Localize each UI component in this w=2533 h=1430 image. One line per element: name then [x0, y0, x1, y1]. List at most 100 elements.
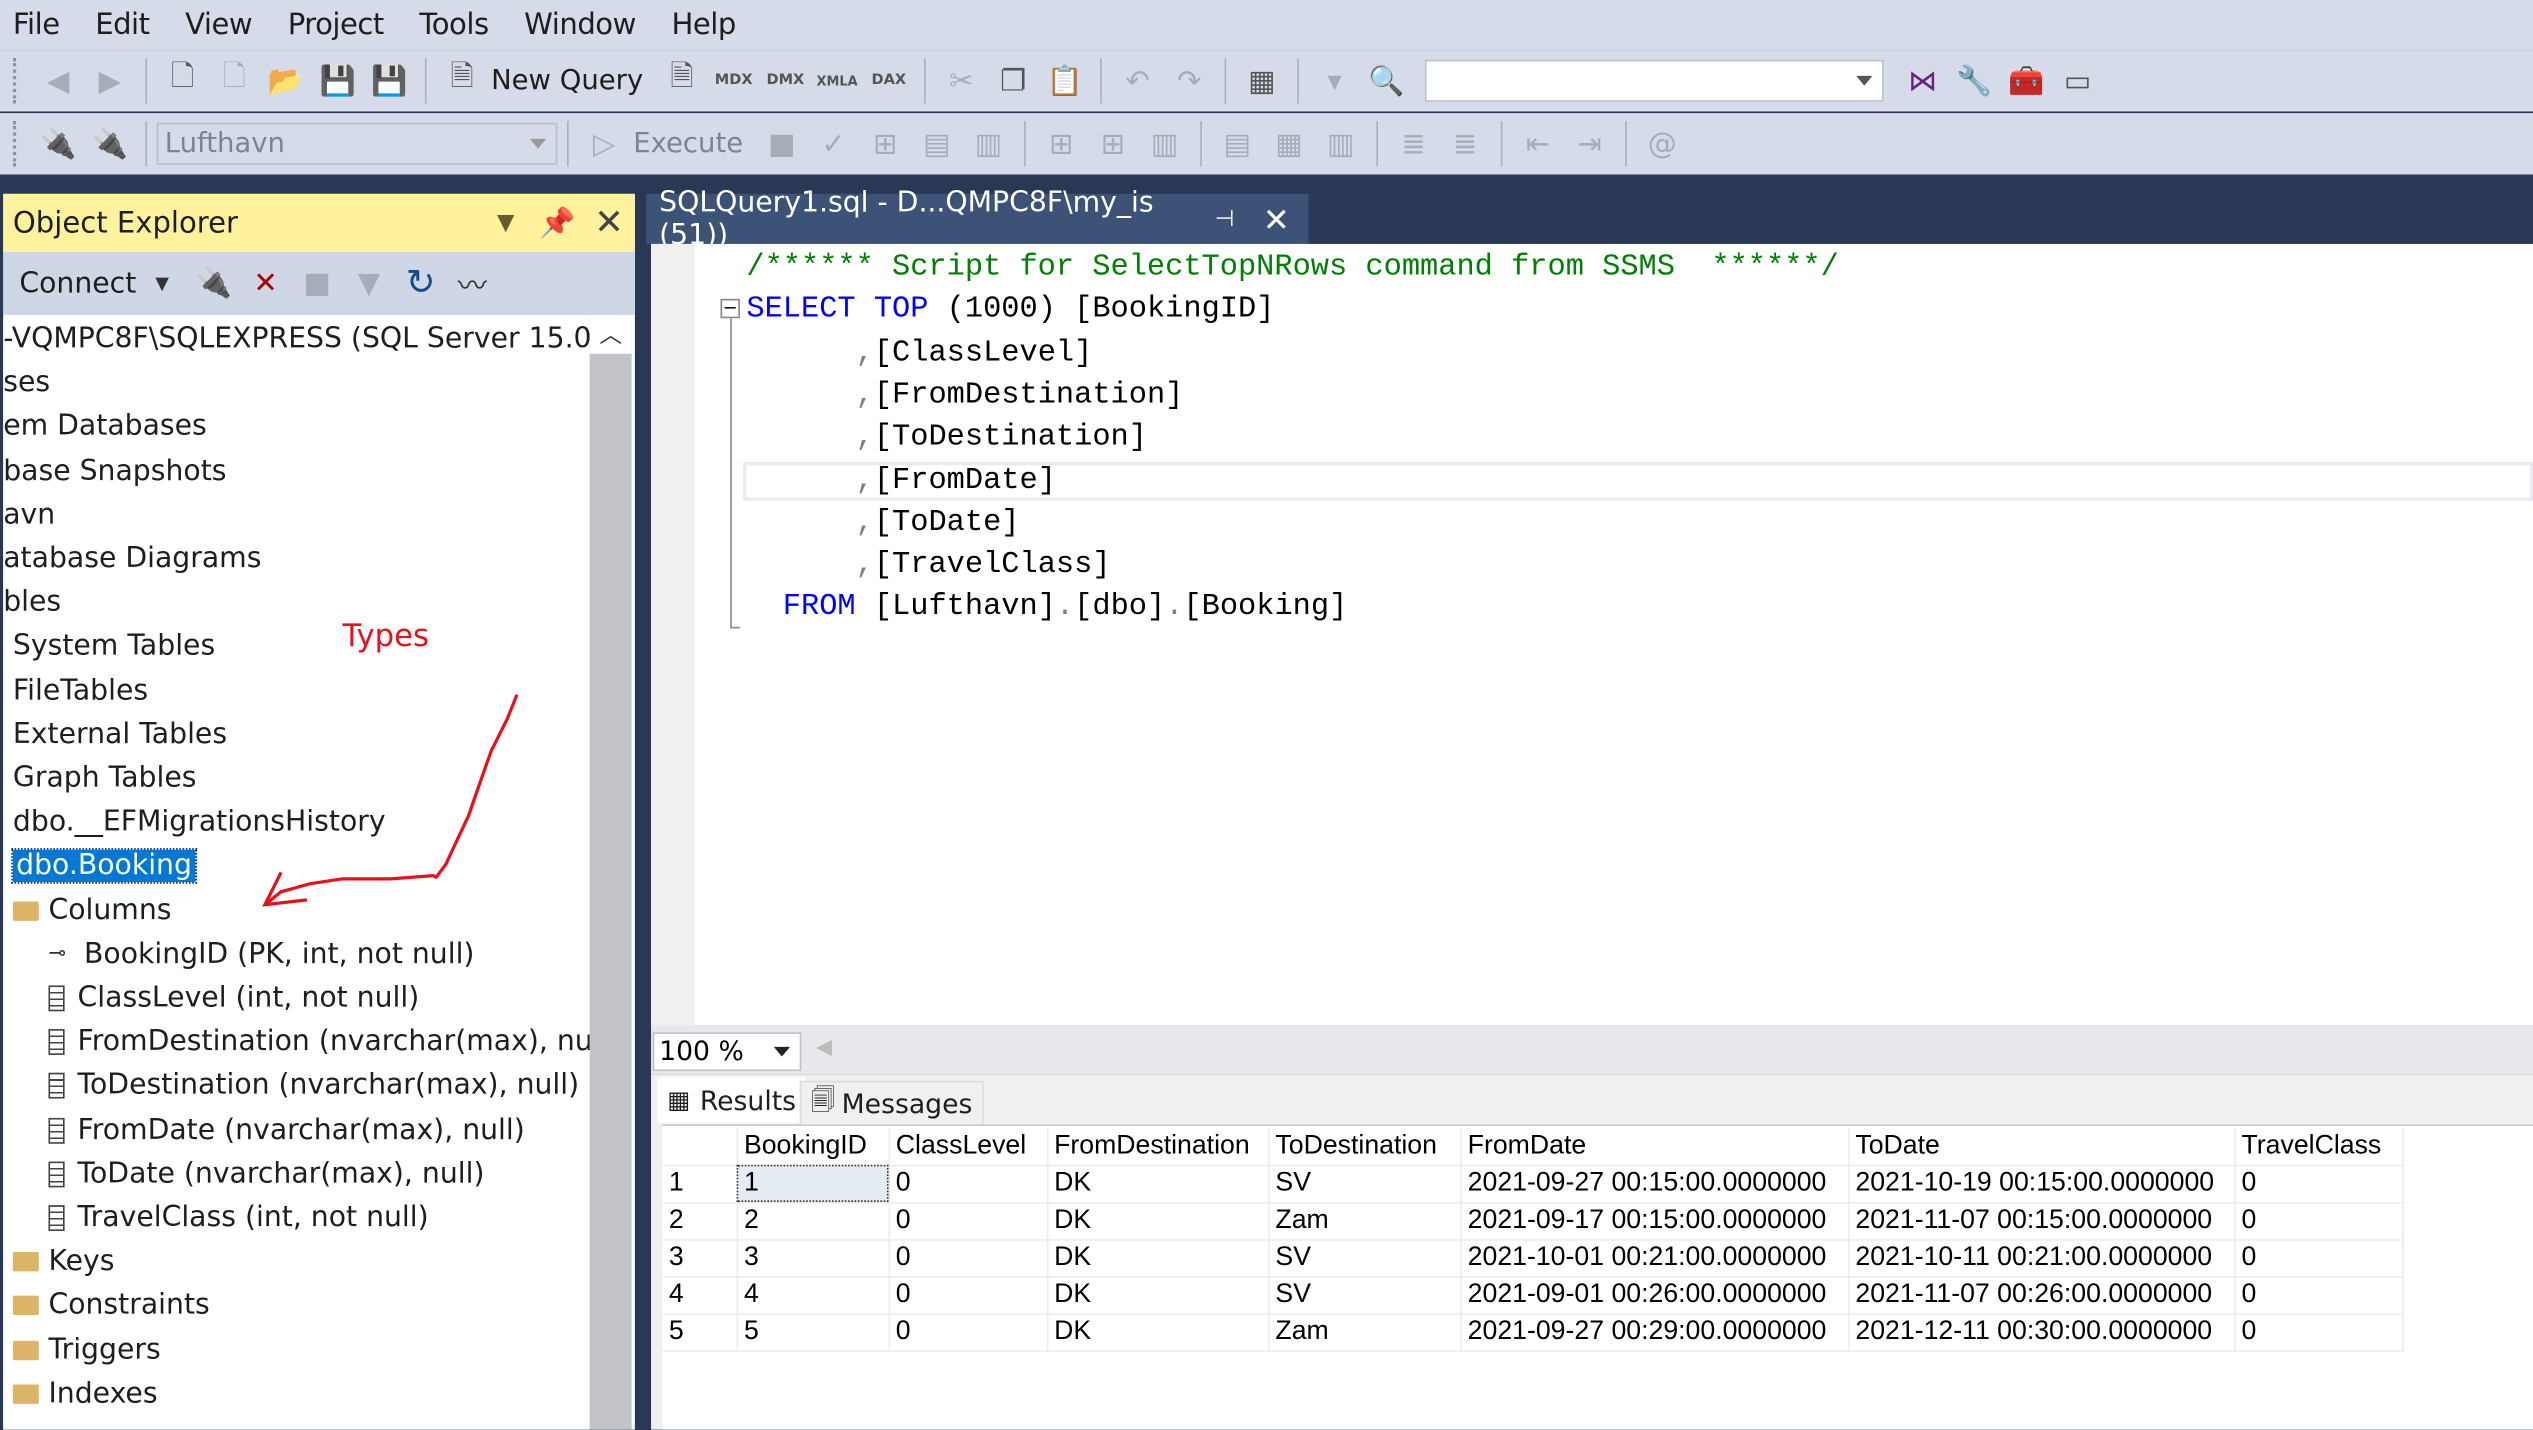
menu-window[interactable]: Window — [511, 8, 658, 42]
specify-values-icon[interactable]: @ — [1640, 121, 1685, 166]
execute-icon[interactable]: ▷ — [582, 121, 627, 166]
results-grid[interactable]: BookingID ClassLevel FromDestination ToDest… — [662, 1124, 2533, 1430]
live-stats-icon[interactable]: ⊞ — [1090, 121, 1135, 166]
command-window-icon[interactable]: ▭ — [2055, 58, 2100, 103]
table-cell[interactable]: 2021-09-27 00:29:00.0000000 — [1460, 1313, 1849, 1352]
save-icon[interactable]: 💾 — [315, 58, 360, 103]
table-cell[interactable]: 1 — [736, 1164, 890, 1203]
pin-icon[interactable]: ⊣ — [1202, 196, 1247, 241]
find-in-files-icon[interactable]: 🔍 — [1364, 58, 1409, 103]
column-header[interactable]: ToDate — [1848, 1127, 2236, 1166]
client-stats-icon[interactable]: ▥ — [1142, 121, 1187, 166]
table-cell[interactable]: 0 — [2234, 1313, 2404, 1352]
table-cell[interactable]: 3 — [736, 1239, 890, 1278]
table-cell[interactable]: 0 — [2234, 1239, 2404, 1278]
collapse-icon[interactable]: − — [720, 299, 740, 319]
table-cell[interactable]: 2021-09-17 00:15:00.0000000 — [1460, 1201, 1849, 1240]
menu-view[interactable]: View — [172, 8, 275, 42]
database-select[interactable]: Lufthavn — [156, 122, 558, 165]
table-cell[interactable]: 2021-09-01 00:26:00.0000000 — [1460, 1276, 1849, 1315]
new-project-icon[interactable]: 🗋 — [160, 58, 205, 103]
table-cell[interactable]: Zam — [1268, 1201, 1462, 1240]
search-combo[interactable] — [1425, 59, 1884, 102]
chevron-down-icon[interactable] — [1856, 75, 1873, 86]
table-cell[interactable]: 0 — [2234, 1164, 2404, 1203]
table-cell[interactable]: 0 — [2234, 1201, 2404, 1240]
menu-tools[interactable]: Tools — [406, 8, 511, 42]
uncomment-icon[interactable]: ≣ — [1443, 121, 1488, 166]
change-connection-icon[interactable]: 🔌 — [87, 121, 132, 166]
back-icon[interactable]: ◀ — [36, 58, 81, 103]
results-to-file-icon[interactable]: ▥ — [1318, 121, 1363, 166]
column-header[interactable]: ClassLevel — [888, 1127, 1048, 1166]
connect-icon[interactable]: 🔌 — [36, 121, 81, 166]
table-cell[interactable]: 2021-12-11 00:30:00.0000000 — [1848, 1313, 2236, 1352]
column-header[interactable]: FromDestination — [1046, 1127, 1269, 1166]
column-header[interactable] — [662, 1127, 738, 1166]
table-cell[interactable]: DK — [1046, 1239, 1269, 1278]
table-cell[interactable]: Zam — [1268, 1313, 1462, 1352]
toolbar-grip[interactable] — [12, 58, 19, 104]
close-tab-icon[interactable]: ✕ — [1254, 196, 1299, 241]
table-cell[interactable]: SV — [1268, 1164, 1462, 1203]
results-to-text-icon[interactable]: ▤ — [1215, 121, 1260, 166]
cut-icon[interactable]: ✂ — [939, 58, 984, 103]
table-cell[interactable]: 0 — [888, 1201, 1048, 1240]
increase-indent-icon[interactable]: ⇥ — [1567, 121, 1612, 166]
table-cell[interactable]: SV — [1268, 1239, 1462, 1278]
sql-editor[interactable]: − /****** Script for SelectTopNRows comm… — [651, 243, 2533, 1026]
table-cell[interactable]: 2021-11-07 00:26:00.0000000 — [1848, 1276, 2236, 1315]
table-cell[interactable]: 0 — [2234, 1276, 2404, 1315]
dropdown-icon[interactable]: ▾ — [1312, 58, 1357, 103]
forward-icon[interactable]: ▶ — [87, 58, 132, 103]
toolbar-grip[interactable] — [12, 121, 19, 167]
execute-button[interactable]: Execute — [633, 128, 743, 160]
wrench-icon[interactable]: 🔧 — [1952, 58, 1997, 103]
stop-icon[interactable]: ■ — [759, 121, 804, 166]
save-all-icon[interactable]: 💾 — [367, 58, 412, 103]
results-to-grid-icon[interactable]: ▦ — [1267, 121, 1312, 166]
column-header[interactable]: BookingID — [736, 1127, 890, 1166]
column-header[interactable]: TravelClass — [2234, 1127, 2404, 1166]
row-number[interactable]: 4 — [662, 1276, 738, 1315]
table-cell[interactable]: 0 — [888, 1276, 1048, 1315]
row-number[interactable]: 1 — [662, 1164, 738, 1203]
menu-edit[interactable]: Edit — [82, 8, 172, 42]
table-cell[interactable]: 0 — [888, 1239, 1048, 1278]
table-cell[interactable]: DK — [1046, 1276, 1269, 1315]
table-cell[interactable]: 2 — [736, 1201, 890, 1240]
new-query-button[interactable]: New Query — [491, 65, 643, 97]
table-cell[interactable]: 5 — [736, 1313, 890, 1352]
intellisense-icon[interactable]: ▥ — [966, 121, 1011, 166]
table-cell[interactable]: SV — [1268, 1276, 1462, 1315]
toolbox-icon[interactable]: 🧰 — [2003, 58, 2048, 103]
database-engine-query-icon[interactable]: 🗎 — [659, 58, 704, 103]
menu-help[interactable]: Help — [659, 8, 759, 42]
table-cell[interactable]: 2021-11-07 00:15:00.0000000 — [1848, 1201, 2236, 1240]
table-cell[interactable]: DK — [1046, 1313, 1269, 1352]
xmla-query-button[interactable]: XMLA — [814, 58, 859, 103]
table-cell[interactable]: DK — [1046, 1164, 1269, 1203]
copy-icon[interactable]: ❐ — [991, 58, 1036, 103]
undo-icon[interactable]: ↶ — [1115, 58, 1160, 103]
column-header[interactable]: ToDestination — [1268, 1127, 1462, 1166]
scroll-left-icon[interactable]: ◀ — [816, 1036, 832, 1060]
mdx-query-button[interactable]: MDX — [711, 58, 756, 103]
comment-icon[interactable]: ≣ — [1391, 121, 1436, 166]
query-options-icon[interactable]: ▤ — [914, 121, 959, 166]
menu-project[interactable]: Project — [275, 8, 407, 42]
table-cell[interactable]: 2021-10-01 00:21:00.0000000 — [1460, 1239, 1849, 1278]
add-item-icon[interactable]: 🗋 — [212, 58, 257, 103]
menu-file[interactable]: File — [0, 8, 82, 42]
chevron-down-icon[interactable] — [529, 138, 547, 149]
activity-monitor-icon[interactable]: ▦ — [1239, 58, 1284, 103]
paste-icon[interactable]: 📋 — [1042, 58, 1087, 103]
dax-query-button[interactable]: DAX — [866, 58, 911, 103]
table-cell[interactable]: 0 — [888, 1164, 1048, 1203]
tab-results[interactable]: ▦ Results — [657, 1077, 806, 1123]
dmx-query-button[interactable]: DMX — [763, 58, 808, 103]
zoom-select[interactable]: 100 % — [652, 1032, 802, 1072]
tab-messages[interactable]: 🗐 Messages — [799, 1080, 984, 1127]
table-cell[interactable]: 2021-10-11 00:21:00.0000000 — [1848, 1239, 2236, 1278]
new-query-icon[interactable]: 🗎 — [439, 58, 484, 103]
